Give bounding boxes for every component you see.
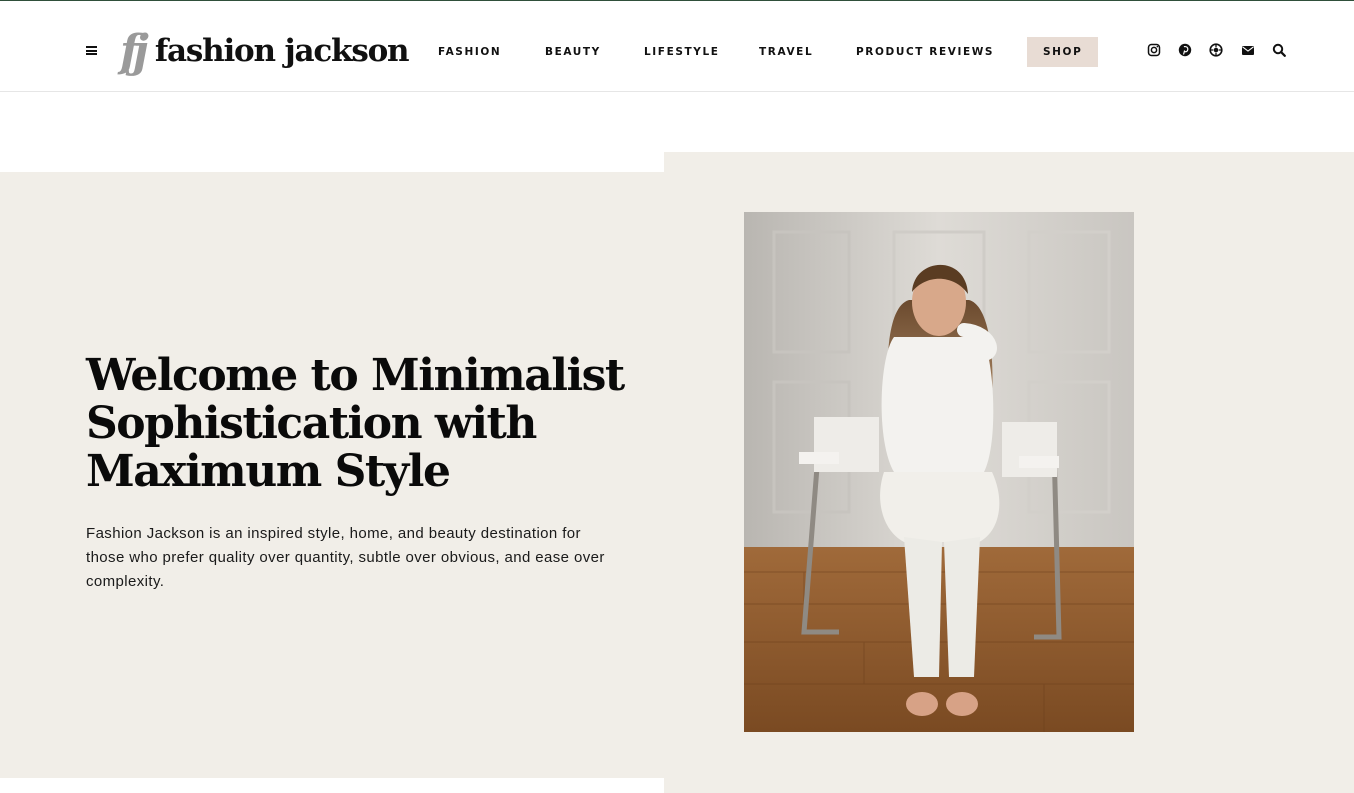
nav-item-travel[interactable]: TRAVEL (759, 37, 813, 67)
search-icon[interactable] (1272, 43, 1286, 57)
site-logo[interactable]: fj fashion jackson (120, 23, 410, 79)
logo-mark: fj (120, 25, 149, 77)
liketoknowit-icon[interactable] (1209, 43, 1223, 57)
instagram-icon[interactable] (1147, 43, 1161, 57)
site-header: fj fashion jackson FASHION BEAUTY LIFEST… (0, 1, 1354, 92)
nav-item-product-reviews[interactable]: PRODUCT REVIEWS (856, 37, 994, 67)
nav-item-beauty[interactable]: BEAUTY (545, 37, 601, 67)
nav-item-lifestyle[interactable]: LIFESTYLE (644, 37, 720, 67)
menu-icon[interactable] (86, 46, 97, 55)
nav-item-fashion[interactable]: FASHION (438, 37, 501, 67)
hero-title: Welcome to Minimalist Sophistication wit… (86, 350, 625, 497)
pinterest-icon[interactable] (1178, 43, 1192, 57)
email-icon[interactable] (1241, 43, 1255, 57)
nav-item-shop[interactable]: SHOP (1027, 37, 1099, 67)
hero-photo (744, 212, 1134, 732)
logo-text: fashion jackson (154, 33, 410, 69)
hero-description: Fashion Jackson is an inspired style, ho… (86, 525, 605, 590)
